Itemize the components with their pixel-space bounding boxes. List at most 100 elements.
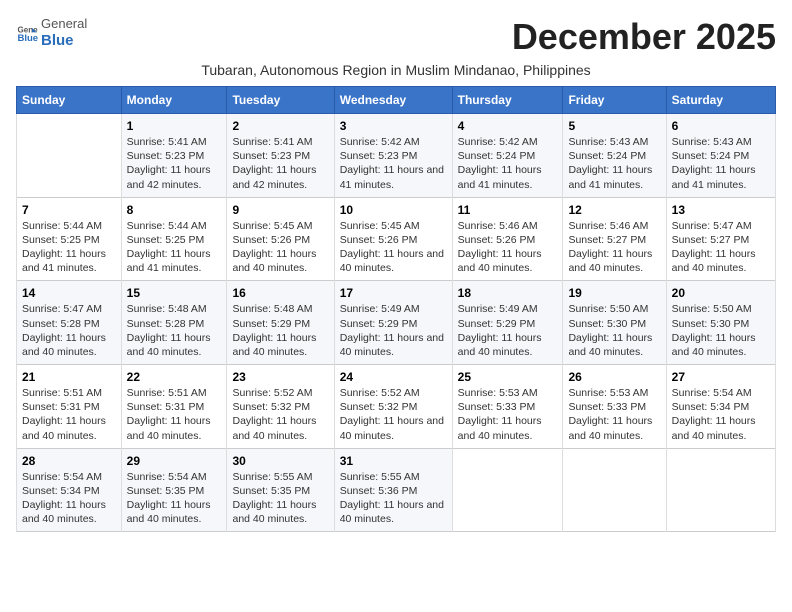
day-number: 13 <box>672 203 770 217</box>
day-info: Sunrise: 5:49 AMSunset: 5:29 PMDaylight:… <box>340 303 444 358</box>
calendar-day-cell <box>452 448 563 532</box>
calendar-day-cell: 28 Sunrise: 5:54 AMSunset: 5:34 PMDaylig… <box>17 448 122 532</box>
logo: General Blue General Blue <box>16 16 87 50</box>
calendar-subtitle: Tubaran, Autonomous Region in Muslim Min… <box>16 62 776 78</box>
day-number: 5 <box>568 119 660 133</box>
calendar-day-cell <box>563 448 666 532</box>
calendar-day-cell: 15 Sunrise: 5:48 AMSunset: 5:28 PMDaylig… <box>121 281 227 365</box>
calendar-day-cell: 1 Sunrise: 5:41 AMSunset: 5:23 PMDayligh… <box>121 114 227 198</box>
calendar-day-cell: 8 Sunrise: 5:44 AMSunset: 5:25 PMDayligh… <box>121 197 227 281</box>
day-number: 11 <box>458 203 558 217</box>
day-of-week-header: Wednesday <box>334 87 452 114</box>
day-info: Sunrise: 5:42 AMSunset: 5:23 PMDaylight:… <box>340 136 444 191</box>
calendar-day-cell: 19 Sunrise: 5:50 AMSunset: 5:30 PMDaylig… <box>563 281 666 365</box>
calendar-week-row: 7 Sunrise: 5:44 AMSunset: 5:25 PMDayligh… <box>17 197 776 281</box>
calendar-day-cell: 17 Sunrise: 5:49 AMSunset: 5:29 PMDaylig… <box>334 281 452 365</box>
calendar-day-cell: 13 Sunrise: 5:47 AMSunset: 5:27 PMDaylig… <box>666 197 775 281</box>
day-number: 14 <box>22 286 116 300</box>
calendar-day-cell: 21 Sunrise: 5:51 AMSunset: 5:31 PMDaylig… <box>17 365 122 449</box>
day-number: 22 <box>127 370 222 384</box>
day-info: Sunrise: 5:54 AMSunset: 5:34 PMDaylight:… <box>672 387 756 442</box>
day-info: Sunrise: 5:49 AMSunset: 5:29 PMDaylight:… <box>458 303 542 358</box>
day-number: 23 <box>232 370 328 384</box>
day-of-week-header: Saturday <box>666 87 775 114</box>
day-number: 29 <box>127 454 222 468</box>
day-number: 6 <box>672 119 770 133</box>
day-number: 18 <box>458 286 558 300</box>
day-number: 7 <box>22 203 116 217</box>
day-number: 31 <box>340 454 447 468</box>
day-number: 1 <box>127 119 222 133</box>
calendar-day-cell: 9 Sunrise: 5:45 AMSunset: 5:26 PMDayligh… <box>227 197 334 281</box>
calendar-day-cell: 24 Sunrise: 5:52 AMSunset: 5:32 PMDaylig… <box>334 365 452 449</box>
day-info: Sunrise: 5:53 AMSunset: 5:33 PMDaylight:… <box>458 387 542 442</box>
day-number: 3 <box>340 119 447 133</box>
day-info: Sunrise: 5:51 AMSunset: 5:31 PMDaylight:… <box>127 387 211 442</box>
calendar-day-cell: 2 Sunrise: 5:41 AMSunset: 5:23 PMDayligh… <box>227 114 334 198</box>
logo-general-text: General <box>41 16 87 32</box>
day-info: Sunrise: 5:43 AMSunset: 5:24 PMDaylight:… <box>672 136 756 191</box>
day-info: Sunrise: 5:44 AMSunset: 5:25 PMDaylight:… <box>127 220 211 275</box>
calendar-day-cell: 29 Sunrise: 5:54 AMSunset: 5:35 PMDaylig… <box>121 448 227 532</box>
day-of-week-header: Monday <box>121 87 227 114</box>
header: General Blue General Blue December 2025 <box>16 16 776 58</box>
calendar-week-row: 28 Sunrise: 5:54 AMSunset: 5:34 PMDaylig… <box>17 448 776 532</box>
day-number: 15 <box>127 286 222 300</box>
calendar-day-cell: 4 Sunrise: 5:42 AMSunset: 5:24 PMDayligh… <box>452 114 563 198</box>
day-number: 24 <box>340 370 447 384</box>
calendar-day-cell: 25 Sunrise: 5:53 AMSunset: 5:33 PMDaylig… <box>452 365 563 449</box>
day-number: 10 <box>340 203 447 217</box>
calendar-day-cell: 20 Sunrise: 5:50 AMSunset: 5:30 PMDaylig… <box>666 281 775 365</box>
calendar-day-cell: 5 Sunrise: 5:43 AMSunset: 5:24 PMDayligh… <box>563 114 666 198</box>
day-of-week-header: Friday <box>563 87 666 114</box>
day-number: 4 <box>458 119 558 133</box>
day-number: 27 <box>672 370 770 384</box>
day-number: 17 <box>340 286 447 300</box>
day-info: Sunrise: 5:52 AMSunset: 5:32 PMDaylight:… <box>340 387 444 442</box>
calendar-week-row: 1 Sunrise: 5:41 AMSunset: 5:23 PMDayligh… <box>17 114 776 198</box>
day-of-week-header: Tuesday <box>227 87 334 114</box>
day-of-week-header: Thursday <box>452 87 563 114</box>
calendar-table: SundayMondayTuesdayWednesdayThursdayFrid… <box>16 86 776 532</box>
day-info: Sunrise: 5:54 AMSunset: 5:34 PMDaylight:… <box>22 471 106 526</box>
day-info: Sunrise: 5:53 AMSunset: 5:33 PMDaylight:… <box>568 387 652 442</box>
day-info: Sunrise: 5:50 AMSunset: 5:30 PMDaylight:… <box>672 303 756 358</box>
day-info: Sunrise: 5:55 AMSunset: 5:36 PMDaylight:… <box>340 471 444 526</box>
calendar-day-cell: 11 Sunrise: 5:46 AMSunset: 5:26 PMDaylig… <box>452 197 563 281</box>
day-number: 12 <box>568 203 660 217</box>
day-info: Sunrise: 5:41 AMSunset: 5:23 PMDaylight:… <box>232 136 316 191</box>
day-number: 9 <box>232 203 328 217</box>
calendar-week-row: 14 Sunrise: 5:47 AMSunset: 5:28 PMDaylig… <box>17 281 776 365</box>
svg-text:Blue: Blue <box>17 33 38 44</box>
day-info: Sunrise: 5:47 AMSunset: 5:28 PMDaylight:… <box>22 303 106 358</box>
day-info: Sunrise: 5:51 AMSunset: 5:31 PMDaylight:… <box>22 387 106 442</box>
day-number: 19 <box>568 286 660 300</box>
day-info: Sunrise: 5:52 AMSunset: 5:32 PMDaylight:… <box>232 387 316 442</box>
day-info: Sunrise: 5:41 AMSunset: 5:23 PMDaylight:… <box>127 136 211 191</box>
calendar-week-row: 21 Sunrise: 5:51 AMSunset: 5:31 PMDaylig… <box>17 365 776 449</box>
day-info: Sunrise: 5:45 AMSunset: 5:26 PMDaylight:… <box>340 220 444 275</box>
calendar-day-cell: 6 Sunrise: 5:43 AMSunset: 5:24 PMDayligh… <box>666 114 775 198</box>
day-number: 25 <box>458 370 558 384</box>
day-info: Sunrise: 5:50 AMSunset: 5:30 PMDaylight:… <box>568 303 652 358</box>
calendar-day-cell <box>666 448 775 532</box>
logo-blue-text: Blue <box>41 32 87 50</box>
calendar-header-row: SundayMondayTuesdayWednesdayThursdayFrid… <box>17 87 776 114</box>
day-number: 8 <box>127 203 222 217</box>
day-info: Sunrise: 5:55 AMSunset: 5:35 PMDaylight:… <box>232 471 316 526</box>
month-year-title: December 2025 <box>512 16 776 58</box>
calendar-day-cell: 16 Sunrise: 5:48 AMSunset: 5:29 PMDaylig… <box>227 281 334 365</box>
day-number: 20 <box>672 286 770 300</box>
day-number: 28 <box>22 454 116 468</box>
day-info: Sunrise: 5:48 AMSunset: 5:29 PMDaylight:… <box>232 303 316 358</box>
calendar-day-cell: 7 Sunrise: 5:44 AMSunset: 5:25 PMDayligh… <box>17 197 122 281</box>
day-info: Sunrise: 5:46 AMSunset: 5:26 PMDaylight:… <box>458 220 542 275</box>
day-info: Sunrise: 5:42 AMSunset: 5:24 PMDaylight:… <box>458 136 542 191</box>
calendar-day-cell: 27 Sunrise: 5:54 AMSunset: 5:34 PMDaylig… <box>666 365 775 449</box>
day-number: 2 <box>232 119 328 133</box>
day-number: 30 <box>232 454 328 468</box>
day-info: Sunrise: 5:44 AMSunset: 5:25 PMDaylight:… <box>22 220 106 275</box>
day-info: Sunrise: 5:48 AMSunset: 5:28 PMDaylight:… <box>127 303 211 358</box>
calendar-day-cell: 22 Sunrise: 5:51 AMSunset: 5:31 PMDaylig… <box>121 365 227 449</box>
calendar-day-cell: 30 Sunrise: 5:55 AMSunset: 5:35 PMDaylig… <box>227 448 334 532</box>
